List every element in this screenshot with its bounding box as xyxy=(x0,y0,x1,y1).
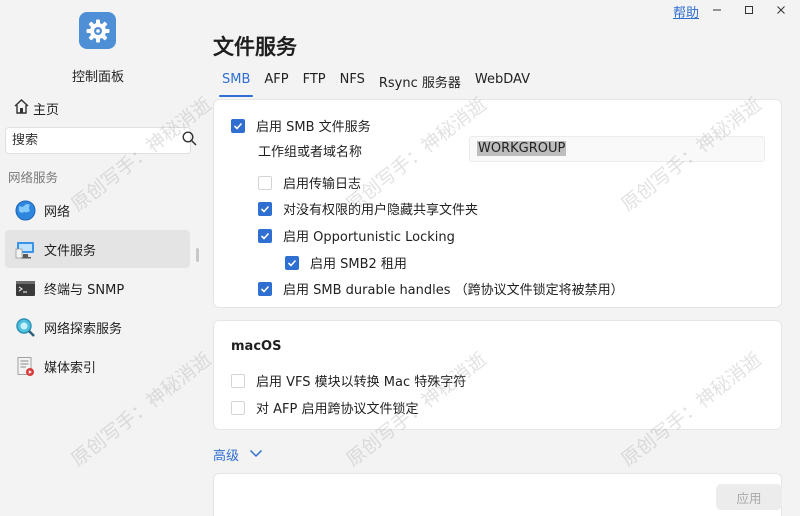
smb2-lease-checkbox[interactable] xyxy=(285,255,299,270)
advanced-settings-card xyxy=(213,473,782,516)
sidebar: 控制面板 主页 网络服务 xyxy=(0,0,200,516)
enable-smb-checkbox[interactable] xyxy=(231,118,245,133)
main-content: 文件服务 SMB AFP FTP NFS Rsync 服务器 WebDAV 启用… xyxy=(200,0,800,516)
terminal-icon xyxy=(14,277,36,299)
smb-settings-card: 启用 SMB 文件服务 工作组或者域名称 WORKGROUP 启用传输日志 对没… xyxy=(213,99,782,308)
home-label: 主页 xyxy=(33,102,60,118)
sidebar-item-terminal-snmp[interactable]: 终端与 SNMP xyxy=(5,269,190,307)
sidebar-item-label: 终端与 SNMP xyxy=(44,282,125,298)
durable-handles-checkbox[interactable] xyxy=(258,281,272,296)
sidebar-scrollbar[interactable] xyxy=(196,248,199,262)
tab-afp[interactable]: AFP xyxy=(264,70,288,97)
search-box xyxy=(5,127,197,154)
sidebar-item-label: 文件服务 xyxy=(44,243,97,259)
globe-icon xyxy=(14,199,36,221)
sidebar-item-label: 网络探索服务 xyxy=(44,321,123,337)
advanced-toggle[interactable]: 高级 xyxy=(213,445,263,464)
opportunistic-locking-checkbox[interactable] xyxy=(258,228,272,243)
option-vfs-module: 启用 VFS 模块以转换 Mac 特殊字符 xyxy=(231,371,466,390)
file-service-icon xyxy=(14,238,36,260)
macos-settings-card: macOS 启用 VFS 模块以转换 Mac 特殊字符 对 AFP 启用跨协议文… xyxy=(213,320,782,430)
option-opportunistic-locking: 启用 Opportunistic Locking xyxy=(258,226,455,245)
sidebar-item-network[interactable]: 网络 xyxy=(5,191,190,229)
hide-shared-folders-checkbox[interactable] xyxy=(258,201,272,216)
tab-smb[interactable]: SMB xyxy=(218,70,254,97)
media-index-icon xyxy=(14,355,36,377)
option-afp-cross-protocol-locking: 对 AFP 启用跨协议文件锁定 xyxy=(231,398,418,417)
tab-rsync[interactable]: Rsync 服务器 xyxy=(379,70,461,97)
network-discovery-icon xyxy=(14,316,36,338)
tab-bar: SMB AFP FTP NFS Rsync 服务器 WebDAV xyxy=(218,70,544,97)
sidebar-item-media-index[interactable]: 媒体索引 xyxy=(5,347,190,385)
gear-icon xyxy=(79,12,116,49)
tab-nfs[interactable]: NFS xyxy=(340,70,365,97)
sidebar-item-label: 网络 xyxy=(44,204,71,220)
apply-button[interactable]: 应用 xyxy=(716,484,782,510)
search-input[interactable] xyxy=(12,133,182,148)
sidebar-item-home[interactable]: 主页 xyxy=(13,98,59,118)
option-smb2-lease: 启用 SMB2 租用 xyxy=(285,253,407,272)
option-hide-shared-folders: 对没有权限的用户隐藏共享文件夹 xyxy=(258,199,478,218)
option-transfer-log: 启用传输日志 xyxy=(258,173,361,192)
vfs-module-checkbox[interactable] xyxy=(231,373,245,388)
search-icon[interactable] xyxy=(182,131,197,150)
option-label: 对 AFP 启用跨协议文件锁定 xyxy=(256,402,419,417)
advanced-label: 高级 xyxy=(213,449,240,464)
option-label: 启用 SMB2 租用 xyxy=(310,257,407,272)
macos-title: macOS xyxy=(231,339,282,354)
enable-smb-row: 启用 SMB 文件服务 xyxy=(231,116,371,135)
control-panel-window: 控制面板 主页 网络服务 xyxy=(0,0,800,516)
home-icon xyxy=(13,98,30,119)
section-title-network-services: 网络服务 xyxy=(8,170,59,185)
transfer-log-checkbox[interactable] xyxy=(258,175,272,190)
workgroup-value: WORKGROUP xyxy=(477,141,567,156)
option-label: 启用传输日志 xyxy=(283,177,362,192)
option-label: 对没有权限的用户隐藏共享文件夹 xyxy=(283,203,479,218)
tab-ftp[interactable]: FTP xyxy=(303,70,326,97)
enable-smb-label: 启用 SMB 文件服务 xyxy=(256,120,371,135)
chevron-down-icon xyxy=(249,447,263,462)
option-label: 启用 VFS 模块以转换 Mac 特殊字符 xyxy=(256,375,467,390)
app-title: 控制面板 xyxy=(71,70,124,85)
page-title: 文件服务 xyxy=(213,35,297,59)
sidebar-item-label: 媒体索引 xyxy=(44,360,97,376)
workgroup-label: 工作组或者域名称 xyxy=(258,145,363,160)
sidebar-item-file-services[interactable]: 文件服务 xyxy=(5,230,190,268)
tab-webdav[interactable]: WebDAV xyxy=(475,70,530,97)
afp-cross-protocol-locking-checkbox[interactable] xyxy=(231,400,245,415)
sidebar-item-network-discovery[interactable]: 网络探索服务 xyxy=(5,308,190,346)
option-label: 启用 SMB durable handles （跨协议文件锁定将被禁用） xyxy=(283,283,624,298)
option-label: 启用 Opportunistic Locking xyxy=(283,230,455,245)
option-durable-handles: 启用 SMB durable handles （跨协议文件锁定将被禁用） xyxy=(258,279,624,298)
